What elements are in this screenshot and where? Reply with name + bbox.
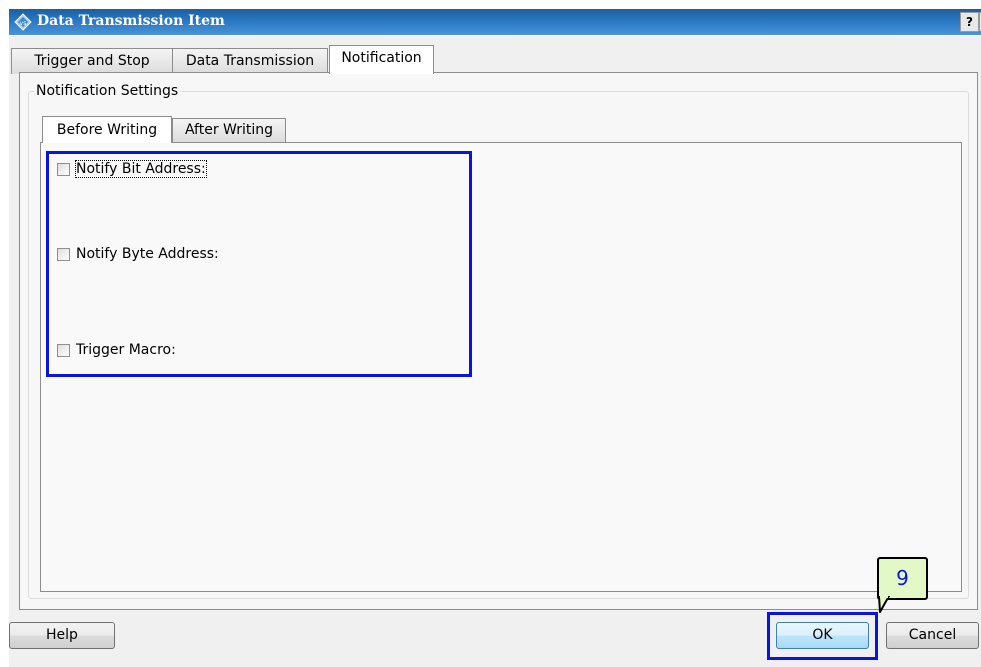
notify-byte-address-label[interactable]: Notify Byte Address: bbox=[76, 246, 219, 262]
trigger-macro-checkbox[interactable] bbox=[57, 344, 70, 357]
cancel-button[interactable]: Cancel bbox=[886, 622, 979, 649]
window-title: Data Transmission Item bbox=[37, 13, 225, 29]
svg-text:vs: vs bbox=[20, 20, 27, 27]
notify-bit-address-checkbox[interactable] bbox=[57, 163, 70, 176]
subtab-after-writing[interactable]: After Writing bbox=[172, 118, 286, 142]
callout-pointer bbox=[878, 596, 890, 613]
tab-trigger-and-stop[interactable]: Trigger and Stop bbox=[11, 48, 173, 74]
tab-notification[interactable]: Notification bbox=[329, 45, 434, 74]
help-button[interactable]: Help bbox=[9, 622, 115, 649]
notify-bit-address-label[interactable]: Notify Bit Address: bbox=[75, 160, 207, 178]
step-callout: 9 bbox=[877, 557, 928, 600]
app-icon: vs bbox=[14, 13, 32, 31]
ok-button[interactable]: OK bbox=[776, 622, 869, 649]
before-writing-panel bbox=[40, 142, 962, 592]
notify-byte-address-checkbox[interactable] bbox=[57, 248, 70, 261]
tab-data-transmission[interactable]: Data Transmission bbox=[172, 48, 328, 74]
help-icon[interactable]: ? bbox=[960, 12, 979, 32]
title-bar: vs Data Transmission Item ? X bbox=[9, 9, 981, 35]
group-title: Notification Settings bbox=[34, 83, 181, 99]
trigger-macro-label[interactable]: Trigger Macro: bbox=[76, 342, 176, 358]
subtab-before-writing[interactable]: Before Writing bbox=[42, 116, 172, 143]
